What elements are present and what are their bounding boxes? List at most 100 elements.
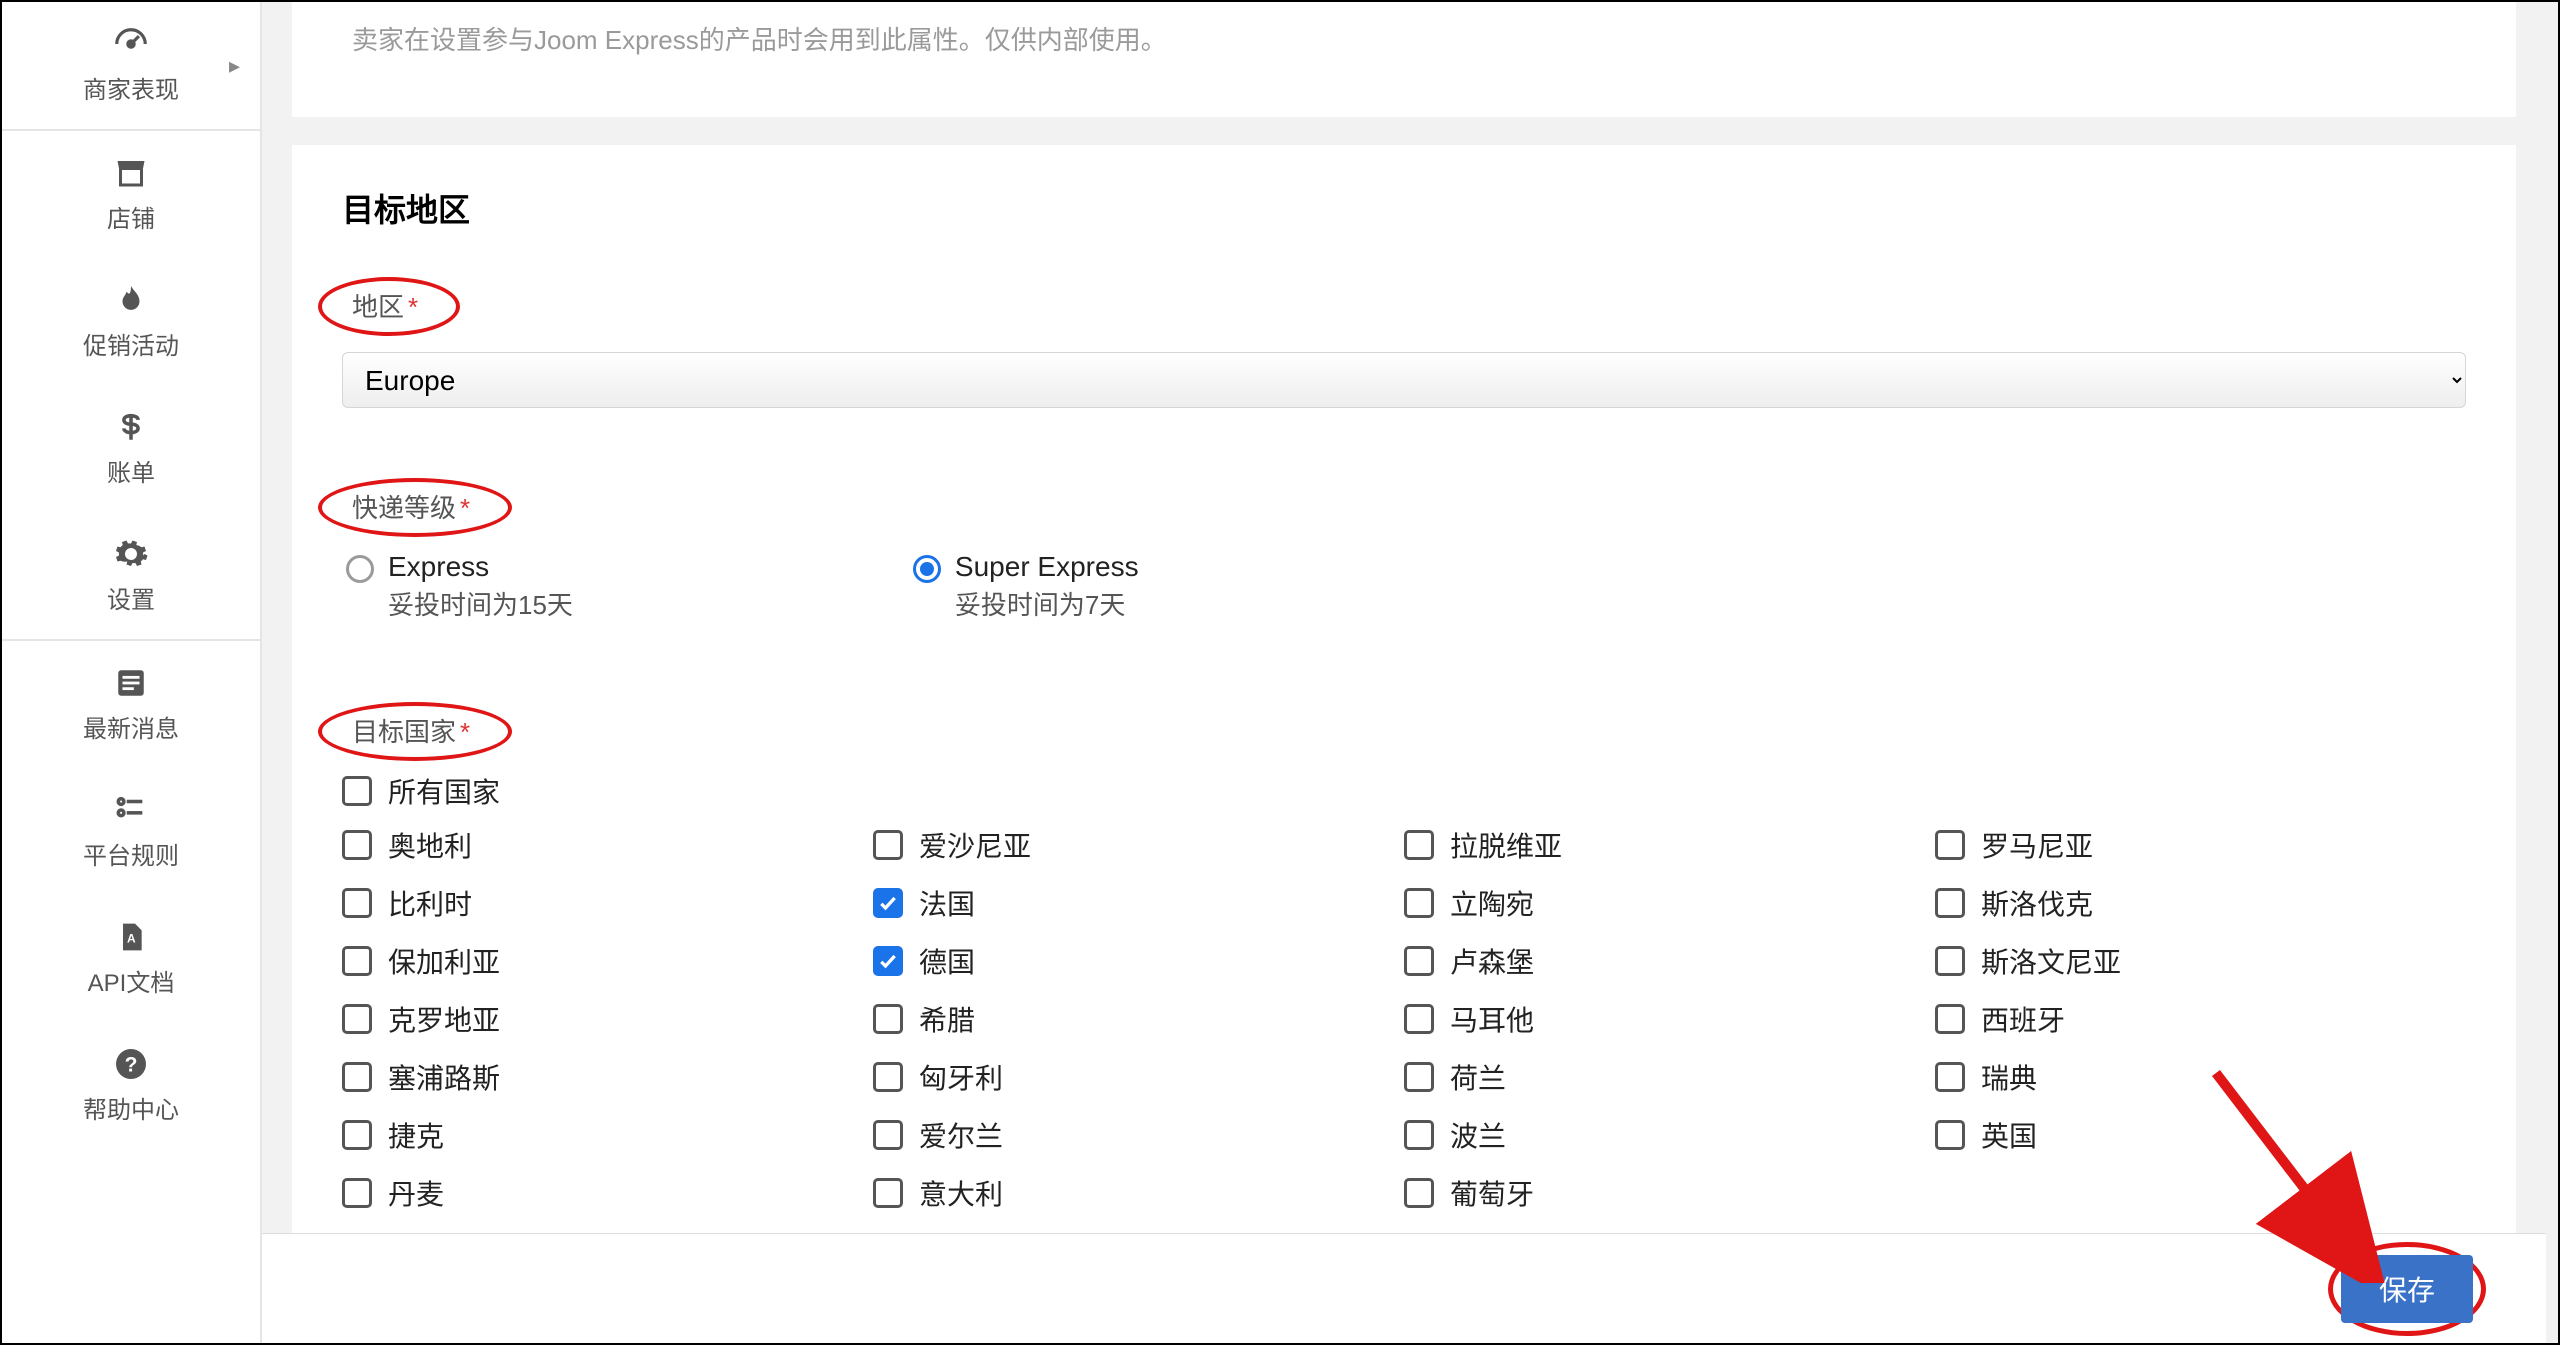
checkbox-label: 斯洛伐克 — [1981, 883, 2093, 923]
checkbox-icon — [1404, 888, 1434, 918]
checkbox-icon — [342, 1178, 372, 1208]
checkbox-label: 爱尔兰 — [919, 1115, 1003, 1155]
info-text: 卖家在设置参与Joom Express的产品时会用到此属性。仅供内部使用。 — [352, 20, 2456, 57]
checkbox-icon — [342, 946, 372, 976]
gear-icon — [111, 534, 151, 574]
checkbox-country[interactable]: 西班牙 — [1935, 999, 2466, 1039]
checkbox-icon — [342, 830, 372, 860]
checkbox-icon — [1404, 1120, 1434, 1150]
checkbox-label: 葡萄牙 — [1450, 1173, 1534, 1213]
checkbox-label: 意大利 — [919, 1173, 1003, 1213]
svg-text:A: A — [127, 931, 136, 945]
checkbox-country[interactable]: 瑞典 — [1935, 1057, 2466, 1097]
checkbox-label: 拉脱维亚 — [1450, 825, 1562, 865]
checkbox-icon — [873, 1178, 903, 1208]
checkbox-label: 匈牙利 — [919, 1057, 1003, 1097]
sidebar: 商家表现▸店铺促销活动账单设置最新消息平台规则AAPI文档?帮助中心 — [2, 2, 262, 1343]
checkbox-icon — [342, 1004, 372, 1034]
checkbox-icon — [1935, 888, 1965, 918]
checkbox-country[interactable]: 丹麦 — [342, 1173, 873, 1213]
country-column: 罗马尼亚斯洛伐克斯洛文尼亚西班牙瑞典英国 — [1935, 825, 2466, 1213]
annotation-circle-save: 保存 — [2328, 1242, 2486, 1336]
checkbox-label: 比利时 — [388, 883, 472, 923]
checkbox-country[interactable]: 奥地利 — [342, 825, 873, 865]
sidebar-item-gear[interactable]: 设置 — [2, 512, 260, 639]
country-columns: 奥地利比利时保加利亚克罗地亚塞浦路斯捷克丹麦爱沙尼亚法国德国希腊匈牙利爱尔兰意大… — [342, 825, 2466, 1213]
checkbox-country[interactable]: 葡萄牙 — [1404, 1173, 1935, 1213]
store-icon — [111, 153, 151, 193]
checkbox-icon — [873, 1062, 903, 1092]
checkbox-country[interactable]: 克罗地亚 — [342, 999, 873, 1039]
radio-option-super_express[interactable]: Super Express妥投时间为7天 — [913, 551, 1139, 622]
checkbox-icon — [1404, 1004, 1434, 1034]
checkbox-country[interactable]: 波兰 — [1404, 1115, 1935, 1155]
checkbox-country[interactable]: 希腊 — [873, 999, 1404, 1039]
sidebar-item-rules[interactable]: 平台规则 — [2, 768, 260, 895]
checkbox-country[interactable]: 捷克 — [342, 1115, 873, 1155]
countries-label: 目标国家* — [352, 717, 470, 747]
delivery-field: 快递等级* Express妥投时间为15天Super Express妥投时间为7… — [342, 478, 2466, 622]
checkbox-label: 捷克 — [388, 1115, 444, 1155]
checkbox-country[interactable]: 德国 — [873, 941, 1404, 981]
sidebar-item-help[interactable]: ?帮助中心 — [2, 1022, 260, 1149]
checkbox-icon — [1935, 830, 1965, 860]
countries-label-text: 目标国家 — [352, 717, 456, 747]
sidebar-item-news[interactable]: 最新消息 — [2, 641, 260, 768]
countries-field: 目标国家* 所有国家 奥地利比利时保加利亚克罗地亚塞浦路斯捷克丹麦爱沙尼亚法国德… — [342, 702, 2466, 1213]
checkbox-label: 德国 — [919, 941, 975, 981]
checkbox-label: 克罗地亚 — [388, 999, 500, 1039]
checkbox-label: 爱沙尼亚 — [919, 825, 1031, 865]
sidebar-item-file[interactable]: AAPI文档 — [2, 895, 260, 1022]
required-marker: * — [408, 292, 418, 322]
sidebar-item-label: 设置 — [107, 580, 155, 615]
checkbox-country[interactable]: 卢森堡 — [1404, 941, 1935, 981]
radio-icon — [913, 555, 941, 583]
dollar-icon — [111, 407, 151, 447]
checkbox-country[interactable]: 立陶宛 — [1404, 883, 1935, 923]
radio-subtitle: 妥投时间为7天 — [955, 585, 1139, 622]
checkbox-label: 马耳他 — [1450, 999, 1534, 1039]
annotation-circle-region: 地区* — [318, 277, 460, 336]
checkbox-icon — [873, 830, 903, 860]
checkbox-country[interactable]: 意大利 — [873, 1173, 1404, 1213]
region-label: 地区* — [352, 292, 418, 322]
checkbox-country[interactable]: 荷兰 — [1404, 1057, 1935, 1097]
checkbox-label: 希腊 — [919, 999, 975, 1039]
checkbox-label: 斯洛文尼亚 — [1981, 941, 2121, 981]
sidebar-item-dollar[interactable]: 账单 — [2, 385, 260, 512]
checkbox-icon — [1404, 946, 1434, 976]
radio-icon — [346, 555, 374, 583]
checkbox-country[interactable]: 比利时 — [342, 883, 873, 923]
checkbox-country[interactable]: 罗马尼亚 — [1935, 825, 2466, 865]
checkbox-country[interactable]: 拉脱维亚 — [1404, 825, 1935, 865]
checkbox-country[interactable]: 马耳他 — [1404, 999, 1935, 1039]
svg-text:?: ? — [125, 1054, 138, 1077]
sidebar-item-store[interactable]: 店铺 — [2, 131, 260, 258]
checkbox-icon — [873, 946, 903, 976]
checkbox-country[interactable]: 爱尔兰 — [873, 1115, 1404, 1155]
save-button[interactable]: 保存 — [2341, 1255, 2473, 1323]
checkbox-icon — [1404, 830, 1434, 860]
checkbox-icon — [1404, 1178, 1434, 1208]
checkbox-all-countries[interactable]: 所有国家 — [342, 771, 2466, 811]
checkbox-country[interactable]: 匈牙利 — [873, 1057, 1404, 1097]
checkbox-label: 丹麦 — [388, 1173, 444, 1213]
checkbox-country[interactable]: 保加利亚 — [342, 941, 873, 981]
sidebar-item-flame[interactable]: 促销活动 — [2, 258, 260, 385]
region-select[interactable]: Europe — [342, 352, 2466, 408]
country-column: 爱沙尼亚法国德国希腊匈牙利爱尔兰意大利 — [873, 825, 1404, 1213]
checkbox-country[interactable]: 斯洛文尼亚 — [1935, 941, 2466, 981]
checkbox-country[interactable]: 塞浦路斯 — [342, 1057, 873, 1097]
checkbox-icon — [1404, 1062, 1434, 1092]
checkbox-label: 卢森堡 — [1450, 941, 1534, 981]
country-column: 奥地利比利时保加利亚克罗地亚塞浦路斯捷克丹麦 — [342, 825, 873, 1213]
checkbox-country[interactable]: 爱沙尼亚 — [873, 825, 1404, 865]
delivery-options: Express妥投时间为15天 Super Express妥投时间为7天 — [342, 551, 2466, 622]
sidebar-item-label: 账单 — [107, 453, 155, 488]
checkbox-country[interactable]: 英国 — [1935, 1115, 2466, 1155]
sidebar-item-gauge[interactable]: 商家表现▸ — [2, 2, 260, 129]
checkbox-country[interactable]: 法国 — [873, 883, 1404, 923]
checkbox-icon — [1935, 946, 1965, 976]
radio-option-express[interactable]: Express妥投时间为15天 — [346, 551, 573, 622]
checkbox-country[interactable]: 斯洛伐克 — [1935, 883, 2466, 923]
